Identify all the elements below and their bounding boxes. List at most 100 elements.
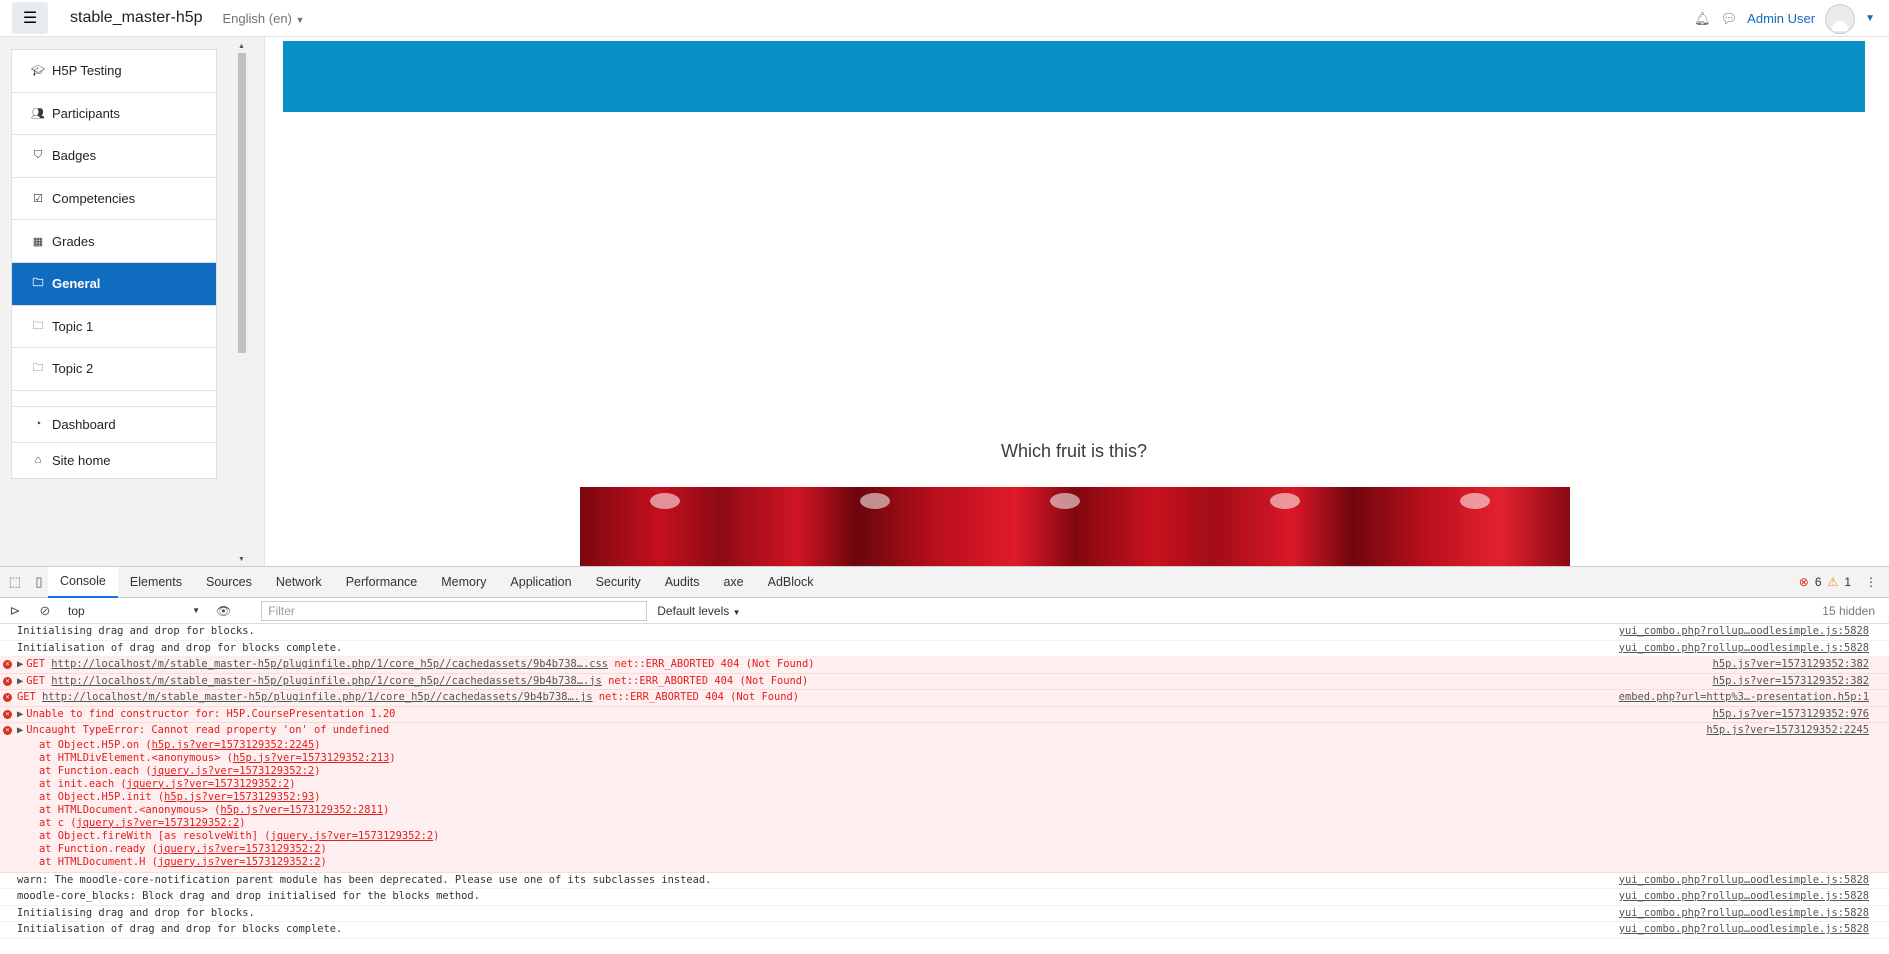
tab-sources[interactable]: Sources [194,567,264,598]
stack-frame-link[interactable]: jquery.js?ver=1573129352:2 [158,856,321,868]
asset-url-link[interactable]: http://localhost/m/stable_master-h5p/plu… [51,658,608,670]
log-source-link[interactable]: h5p.js?ver=1573129352:2245 [1706,723,1869,739]
error-count[interactable]: 6 [1815,575,1822,589]
stack-frame-link[interactable]: jquery.js?ver=1573129352:2 [127,778,290,790]
scroll-up-icon[interactable]: ▲ [238,43,245,50]
scrollbar-thumb[interactable] [238,53,246,353]
sidebar-item-h5p-testing[interactable]: 🎓︎ H5P Testing [12,50,216,93]
log-source-link[interactable]: yui_combo.php?rollup…oodlesimple.js:5828 [1619,906,1869,922]
console-log-row[interactable]: Initialising drag and drop for blocks. yu… [0,906,1889,922]
error-count-icon[interactable]: ⊗ [1799,575,1809,589]
warning-count[interactable]: 1 [1844,575,1851,589]
tab-adblock[interactable]: AdBlock [756,567,826,598]
console-log-row[interactable]: Initialisation of drag and drop for bloc… [0,922,1889,939]
drawer-scrollbar[interactable]: ▲ ▼ [236,43,248,563]
sidebar-item-label: Topic 2 [52,361,94,377]
console-error-row[interactable]: × ▶ Uncaught TypeError: Cannot read proper… [0,723,1889,873]
question-text: Which fruit is this? [1000,441,1148,461]
stack-frame: at HTMLDocument.<anonymous> (h5p.js?ver=… [39,803,390,816]
tab-axe[interactable]: axe [711,567,755,598]
scroll-down-icon[interactable]: ▼ [238,556,245,563]
expand-icon[interactable]: ▶ [17,658,23,670]
stack-frame-link[interactable]: h5p.js?ver=1573129352:2811 [220,804,383,816]
menu-toggle-button[interactable]: ☰ [12,2,48,34]
log-source-link[interactable]: yui_combo.php?rollup…oodlesimple.js:5828 [1619,922,1869,938]
sidebar-toggle-icon[interactable]: ⊳ [6,603,24,619]
sidebar-item-participants[interactable]: 👥︎ Participants [12,93,216,136]
stack-frame-link[interactable]: h5p.js?ver=1573129352:93 [164,791,314,803]
asset-url-link[interactable]: http://localhost/m/stable_master-h5p/plu… [42,691,593,703]
console-error-row[interactable]: × ▶ Unable to find constructor for: H5P.Co… [0,706,1889,723]
tab-elements[interactable]: Elements [118,567,194,598]
shield-icon: ⛉ [33,149,43,162]
console-log-row[interactable]: moodle-core_blocks: Block drag and drop … [0,889,1889,906]
console-log-row[interactable]: warn: The moodle-core-notification paren… [0,873,1889,889]
tab-console[interactable]: Console [48,566,118,598]
sidebar-item-badges[interactable]: ⛉ Badges [12,135,216,178]
console-log-row[interactable]: Initialisation of drag and drop for bloc… [0,641,1889,657]
log-source-link[interactable]: h5p.js?ver=1573129352:976 [1713,707,1869,723]
caret-down-icon[interactable]: ▼ [1865,13,1875,24]
log-source-link[interactable]: yui_combo.php?rollup…oodlesimple.js:5828 [1619,624,1869,640]
clear-console-icon[interactable]: ⊘ [36,603,54,619]
log-levels-select[interactable]: Default levels ▼ [657,604,740,618]
eye-icon[interactable]: 👁︎ [216,604,231,618]
bell-icon[interactable]: 🔔︎ [1694,11,1711,27]
tab-memory[interactable]: Memory [429,567,498,598]
error-icon: × [3,693,12,702]
device-toggle-icon[interactable]: ▯ [30,574,48,590]
console-error-row[interactable]: × ▶ GET http://localhost/m/stable_master-h… [0,657,1889,674]
stack-frame-link[interactable]: jquery.js?ver=1573129352:2 [77,817,240,829]
stack-frame-link[interactable]: h5p.js?ver=1573129352:2245 [152,739,315,751]
sidebar-item-topic-1[interactable]: 🗀 Topic 1 [12,306,216,349]
sidebar-item-label: Grades [52,233,95,249]
stack-frame-link[interactable]: jquery.js?ver=1573129352:2 [270,830,433,842]
home-icon: ⌂ [34,454,42,467]
sidebar-item-competencies[interactable]: ☑ Competencies [12,178,216,221]
more-options-icon[interactable]: ⋮ [1865,575,1877,589]
console-error-row[interactable]: × GET http://localhost/m/stable_master-h5… [0,690,1889,707]
tab-performance[interactable]: Performance [334,567,430,598]
language-menu[interactable]: English (en) ▼ [223,11,305,26]
error-icon: × [3,709,12,719]
expand-icon[interactable]: ▶ [17,724,23,736]
sidebar-item-site-home[interactable]: ⌂ Site home [12,443,216,479]
console-filter-input[interactable]: Filter [261,600,648,621]
sidebar-item-topic-2[interactable]: 🗀 Topic 2 [12,348,216,391]
tab-network[interactable]: Network [264,567,334,598]
stack-frame: at HTMLDocument.H (jquery.js?ver=1573129… [39,855,327,868]
avatar[interactable] [1825,3,1856,34]
expand-icon[interactable]: ▶ [17,708,23,720]
log-source-link[interactable]: yui_combo.php?rollup…oodlesimple.js:5828 [1619,641,1869,657]
user-menu-name[interactable]: Admin User [1747,11,1815,26]
stack-frame-link[interactable]: jquery.js?ver=1573129352:2 [152,765,315,777]
tab-security[interactable]: Security [584,567,653,598]
tab-application[interactable]: Application [498,567,583,598]
h5p-banner [283,41,1865,112]
console-error-row[interactable]: × ▶ GET http://localhost/m/stable_master-h… [0,673,1889,690]
sidebar-item-general[interactable]: 🗀 General [12,262,216,306]
log-source-link[interactable]: yui_combo.php?rollup…oodlesimple.js:5828 [1619,873,1869,889]
context-select[interactable]: top ▼ [64,601,204,621]
log-source-link[interactable]: yui_combo.php?rollup…oodlesimple.js:5828 [1619,889,1869,905]
stack-frame: at HTMLDivElement.<anonymous> (h5p.js?ve… [39,751,396,764]
warning-count-icon[interactable]: ⚠ [1828,575,1839,589]
log-source-link[interactable]: h5p.js?ver=1573129352:382 [1713,657,1869,673]
graduation-cap-icon: 🎓︎ [31,65,45,78]
levels-label: Default levels [657,603,730,618]
sidebar-item-dashboard[interactable]: ◔ Dashboard [12,407,216,443]
sidebar-item-label: Site home [52,452,111,468]
sidebar-item-label: H5P Testing [52,63,122,79]
stack-frame-link[interactable]: h5p.js?ver=1573129352:213 [233,752,389,764]
tab-audits[interactable]: Audits [653,567,712,598]
inspect-icon[interactable]: ⬚ [6,574,24,590]
stack-frame-link[interactable]: jquery.js?ver=1573129352:2 [158,843,321,855]
console-log-row[interactable]: Initialising drag and drop for blocks. yu… [0,624,1889,641]
expand-icon[interactable]: ▶ [17,675,23,687]
log-source-link[interactable]: h5p.js?ver=1573129352:382 [1713,674,1869,690]
asset-url-link[interactable]: http://localhost/m/stable_master-h5p/plu… [51,675,602,687]
message-icon[interactable]: 💬︎ [1721,11,1738,27]
sidebar-item-grades[interactable]: ▦ Grades [12,220,216,263]
log-source-link[interactable]: embed.php?url=http%3…-presentation.h5p:1 [1619,690,1869,706]
site-name[interactable]: stable_master-h5p [70,9,203,27]
